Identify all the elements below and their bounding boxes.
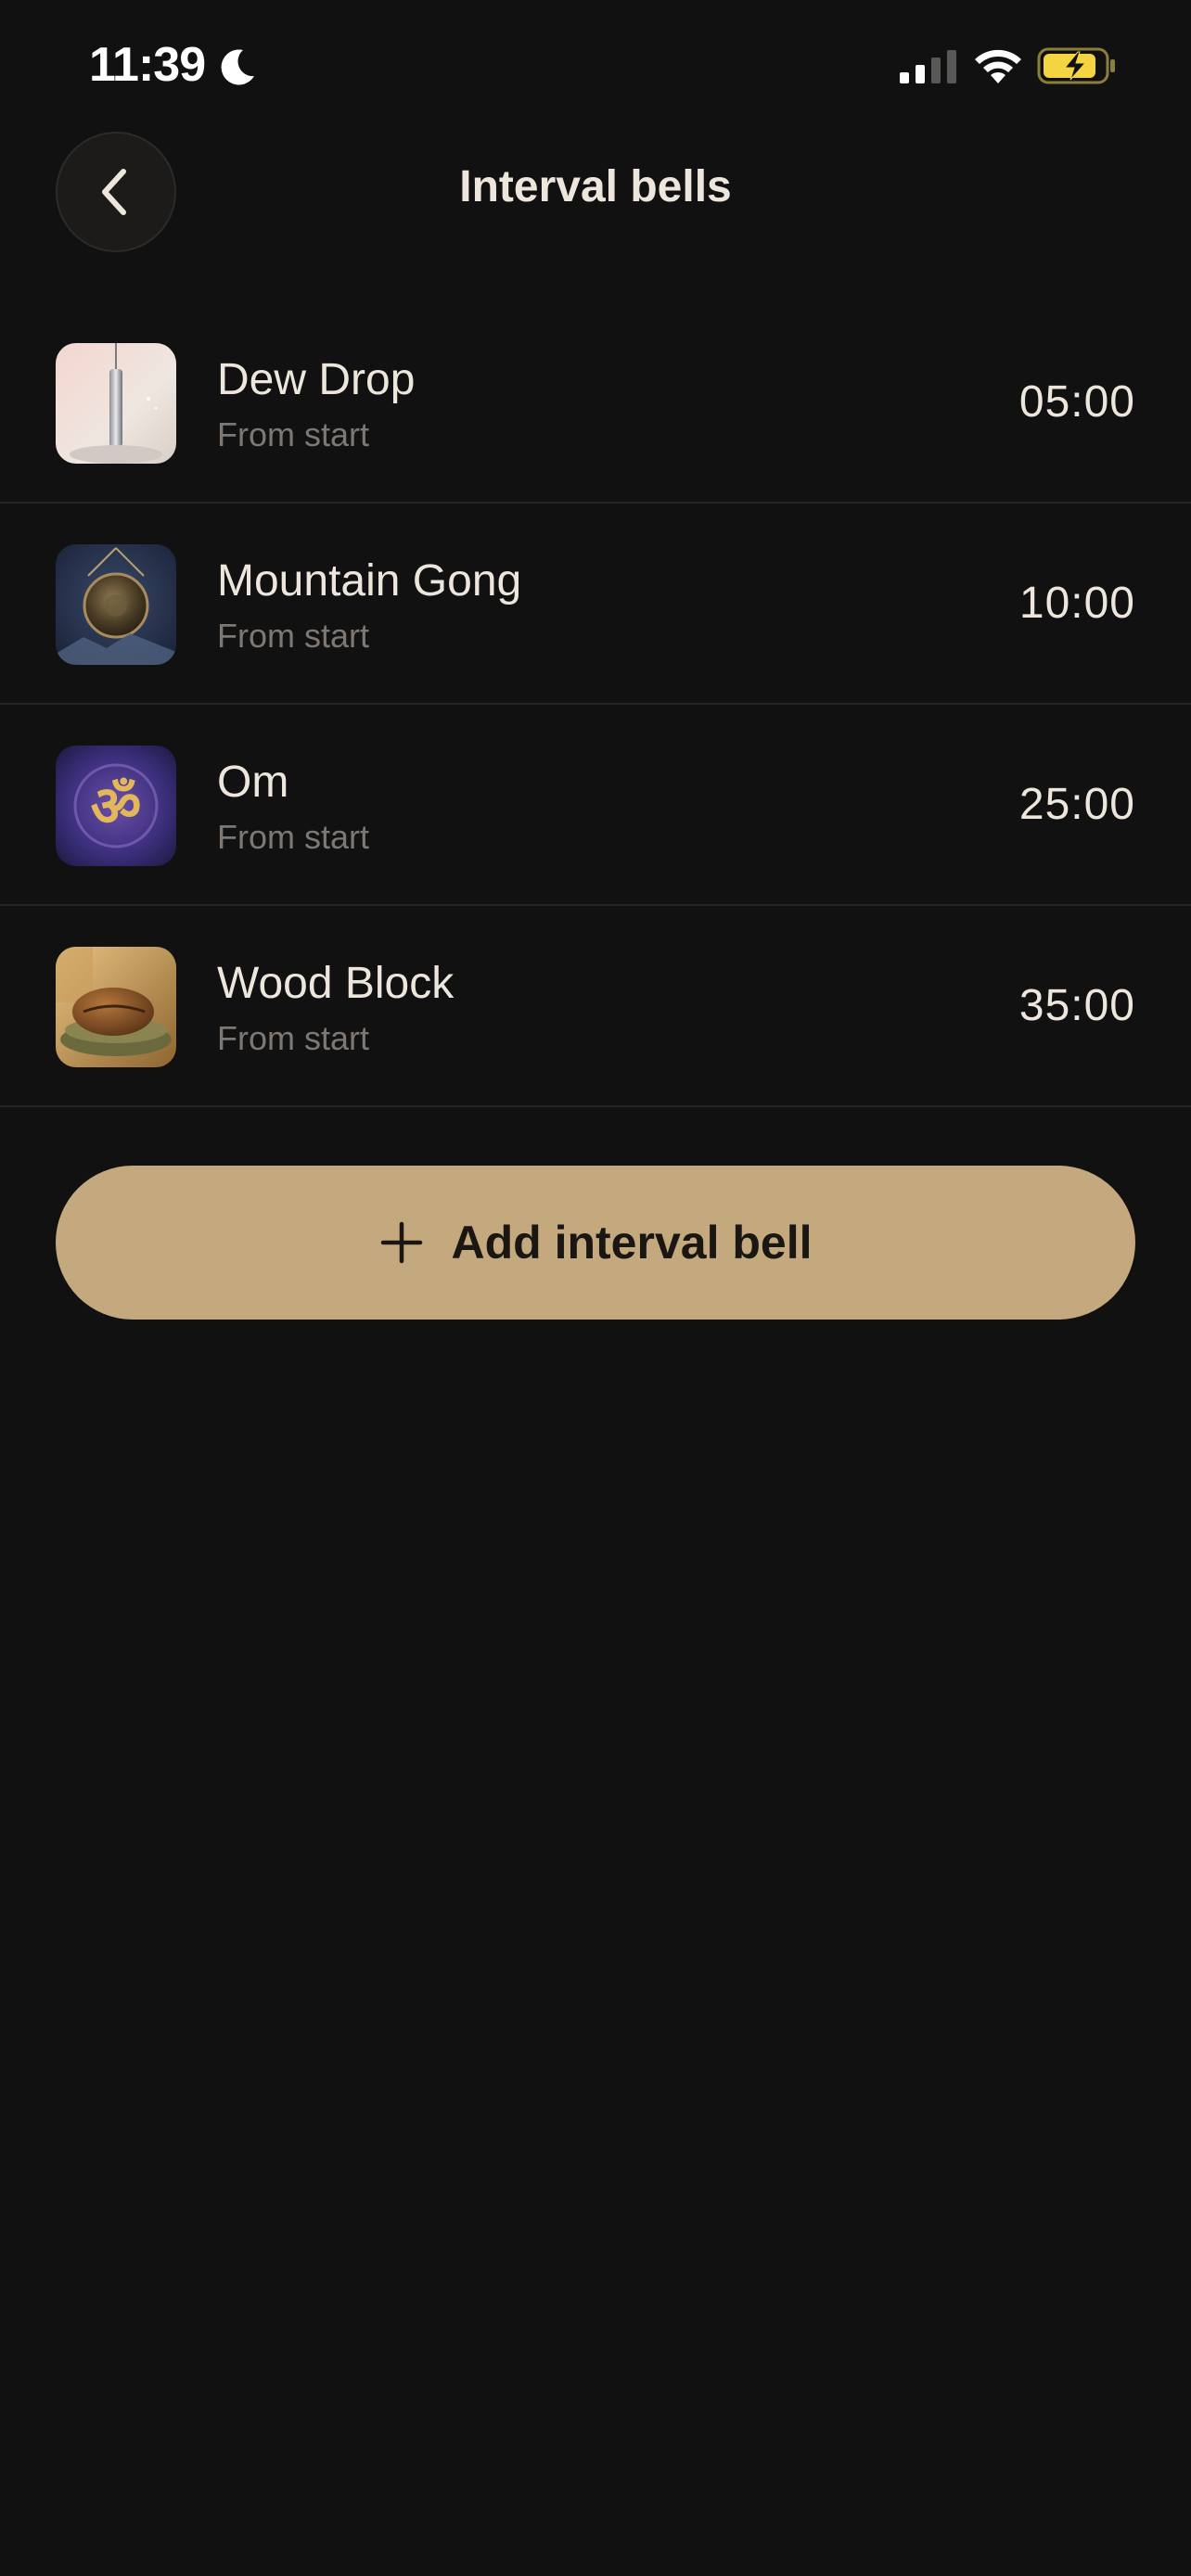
wifi-icon [975, 49, 1021, 83]
bell-subtitle: From start [217, 1019, 370, 1057]
cellular-signal-icon [900, 50, 956, 83]
status-bar: 11:39 [0, 0, 1191, 139]
add-interval-bell-label: Add interval bell [451, 1217, 813, 1269]
bell-name: Om [217, 758, 289, 807]
bell-row-wood-block[interactable]: Wood Block From start 35:00 [0, 906, 1191, 1107]
bell-time: 25:00 [1018, 780, 1135, 829]
bell-subtitle: From start [217, 617, 370, 655]
bell-row-om[interactable]: ॐ Om From start 25:00 [0, 705, 1191, 906]
svg-text:ॐ: ॐ [91, 774, 142, 839]
bell-name: Mountain Gong [217, 556, 522, 606]
bell-subtitle: From start [217, 415, 370, 453]
om-symbol-icon: ॐ [56, 746, 176, 866]
add-interval-bell-button[interactable]: Add interval bell [56, 1166, 1135, 1320]
wood-block-icon [56, 947, 176, 1067]
bell-name: Dew Drop [217, 355, 416, 404]
gong-icon [56, 544, 176, 665]
dew-drop-chime-icon [56, 343, 176, 464]
bell-subtitle: From start [217, 818, 370, 856]
page-title: Interval bells [459, 162, 732, 211]
battery-charging-icon [1037, 47, 1115, 84]
bell-name: Wood Block [217, 959, 455, 1008]
status-time: 11:39 [89, 38, 206, 92]
bell-time: 10:00 [1018, 579, 1135, 628]
bell-row-mountain-gong[interactable]: Mountain Gong From start 10:00 [0, 504, 1191, 705]
bell-time: 35:00 [1018, 981, 1135, 1030]
bell-time: 05:00 [1018, 377, 1135, 427]
interval-bell-list: Dew Drop From start 05:00 Mountain Gong … [0, 302, 1191, 1107]
plus-icon [380, 1221, 422, 1264]
bell-row-dew-drop[interactable]: Dew Drop From start 05:00 [0, 302, 1191, 504]
moon-icon [221, 49, 254, 85]
